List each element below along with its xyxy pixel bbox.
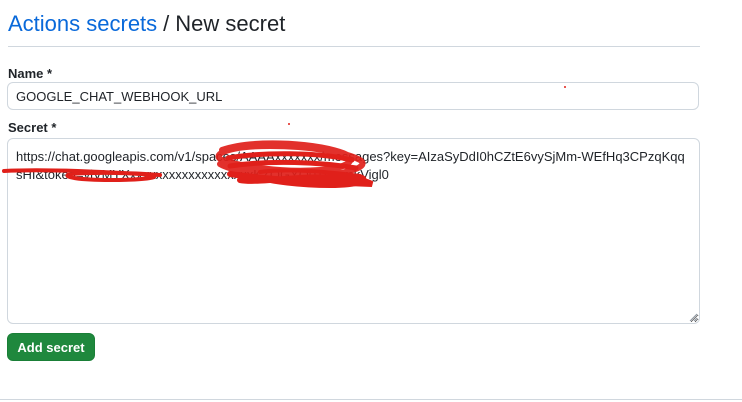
page-title: Actions secrets / New secret xyxy=(8,10,285,38)
header-divider xyxy=(8,46,700,47)
breadcrumb-actions-secrets-link[interactable]: Actions secrets xyxy=(8,11,157,36)
redaction-dot xyxy=(564,86,566,88)
redaction-dot xyxy=(288,123,290,125)
secret-label: Secret * xyxy=(8,120,57,135)
footer-divider xyxy=(0,399,742,400)
name-input[interactable] xyxy=(7,82,699,110)
name-label: Name * xyxy=(8,66,53,81)
add-secret-button[interactable]: Add secret xyxy=(7,333,95,361)
secret-textarea[interactable]: https://chat.googleapis.com/v1/spaces/AA… xyxy=(7,138,700,324)
new-secret-page: Actions secrets/New secret Name * Secret… xyxy=(0,0,742,402)
breadcrumb-current: New secret xyxy=(175,11,286,36)
breadcrumb-separator: / xyxy=(163,11,170,36)
